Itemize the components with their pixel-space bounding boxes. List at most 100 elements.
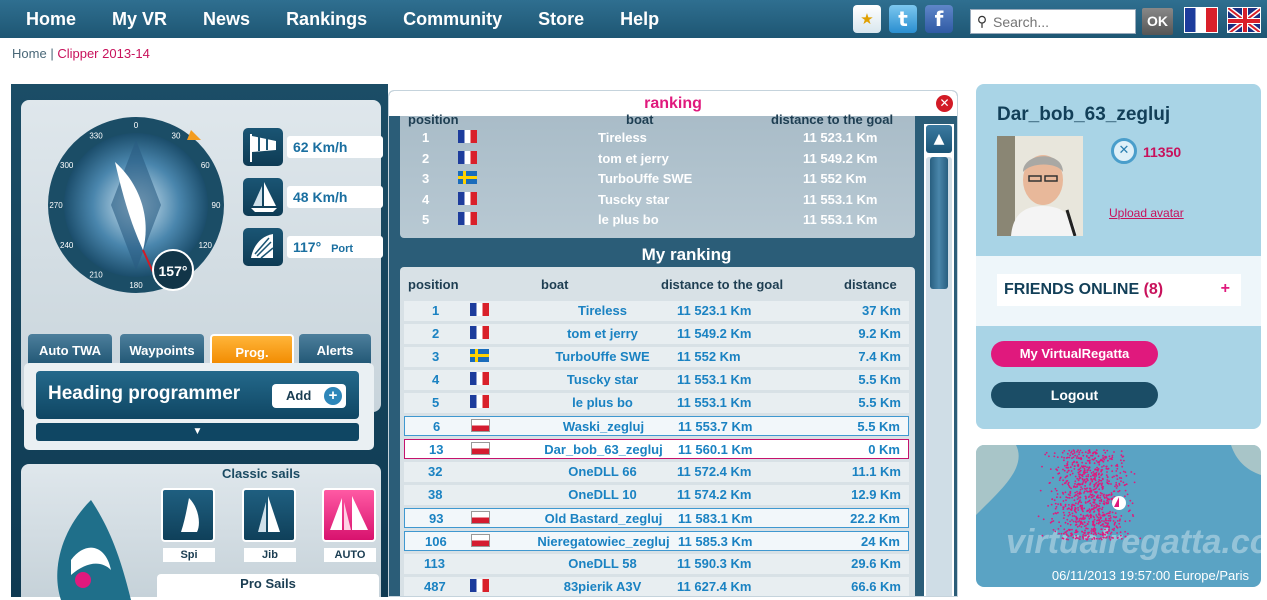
top-ranking-row[interactable]: 1 Tireless 11 523.1 Km [400, 128, 915, 148]
row-position: 2 [422, 150, 430, 166]
nav-news[interactable]: News [185, 0, 268, 38]
award-icon[interactable]: ★ [853, 5, 881, 33]
language-french-flag-icon[interactable] [1184, 7, 1218, 33]
upload-avatar-link[interactable]: Upload avatar [1109, 206, 1184, 220]
compass-tick-label: 210 [89, 270, 103, 279]
row-distance: 7.4 Km [858, 349, 901, 364]
minimap-chart: virtualregatta.com [976, 445, 1261, 561]
row-dtg: 11 552 Km [803, 171, 867, 186]
top-ranking-table: position boat distance to the goal 1 Tire… [400, 112, 915, 238]
flag-icon [458, 171, 477, 184]
top-table-header: position boat distance to the goal [400, 110, 915, 130]
row-position: 38 [428, 487, 443, 502]
compass-dial[interactable]: 0306090120150180210240270300330 157° [41, 110, 231, 300]
compass-tick-label: 120 [199, 241, 213, 250]
row-position: 4 [432, 372, 440, 387]
row-dtg: 11 560.1 Km [678, 442, 753, 457]
sail-jib-button[interactable] [242, 488, 296, 542]
row-dtg: 11 553.1 Km [677, 372, 752, 387]
boat-speed-stat: 48 Km/h [243, 178, 383, 218]
breadcrumb-current[interactable]: Clipper 2013-14 [57, 46, 150, 61]
score-icon: ✕ [1111, 138, 1137, 164]
scroll-up-icon[interactable]: ▲ [926, 125, 952, 153]
expand-programmer-button[interactable]: ▼ [36, 423, 359, 441]
my-virtualregatta-button[interactable]: My VirtualRegatta [991, 341, 1158, 367]
row-dtg: 11 549.2 Km [677, 326, 752, 341]
row-boat: TurboUffe SWE [598, 171, 693, 186]
tab-waypoints[interactable]: Waypoints [120, 334, 204, 366]
row-boat: Waski_zegluj [562, 419, 645, 434]
flag-icon [471, 419, 490, 432]
expand-plus-icon[interactable]: + [1221, 280, 1230, 298]
compass-tick-label: 90 [212, 201, 221, 210]
nav-community[interactable]: Community [385, 0, 520, 38]
scroll-thumb[interactable] [930, 157, 948, 289]
sail-spi-button[interactable] [161, 488, 215, 542]
language-english-flag-icon[interactable] [1227, 7, 1261, 33]
logout-button[interactable]: Logout [991, 382, 1158, 408]
my-ranking-row[interactable]: 5 le plus bo 11 553.1 Km 5.5 Km [404, 393, 909, 413]
row-boat: TurboUffe SWE [555, 349, 650, 364]
chevron-down-icon: ▼ [192, 426, 203, 437]
tab-auto-twa[interactable]: Auto TWA [28, 334, 112, 366]
nav-rankings[interactable]: Rankings [268, 0, 385, 38]
my-ranking-row[interactable]: 3 TurboUffe SWE 11 552 Km 7.4 Km [404, 347, 909, 367]
friends-online-text: FRIENDS ONLINE [1004, 281, 1140, 298]
scroll-track[interactable] [926, 157, 952, 596]
breadcrumb-home[interactable]: Home [12, 46, 47, 61]
my-ranking-row[interactable]: 2 tom et jerry 11 549.2 Km 9.2 Km [404, 324, 909, 344]
row-distance: 24 Km [860, 534, 900, 549]
classic-sails-title: Classic sails [222, 466, 301, 481]
row-dtg: 11 585.3 Km [678, 534, 753, 549]
row-dtg: 11 583.1 Km [678, 511, 753, 526]
compass-heading-readout: 157° [159, 263, 188, 279]
search-box: ⚲ [970, 9, 1136, 34]
add-label: Add [286, 388, 312, 403]
my-ranking-row[interactable]: 93 Old Bastard_zegluj 11 583.1 Km 22.2 Km [404, 508, 909, 528]
tab-prog[interactable]: Prog. [210, 334, 294, 366]
facebook-icon[interactable]: f [925, 5, 953, 33]
nav-help[interactable]: Help [602, 0, 677, 38]
nav-my-vr[interactable]: My VR [94, 0, 185, 38]
row-boat: OneDLL 10 [568, 487, 637, 502]
top-ranking-row[interactable]: 2 tom et jerry 11 549.2 Km [400, 149, 915, 169]
my-ranking-row[interactable]: 6 Waski_zegluj 11 553.7 Km 5.5 Km [404, 416, 909, 436]
search-input[interactable] [993, 13, 1133, 30]
flag-icon [471, 534, 490, 547]
nav-store[interactable]: Store [520, 0, 602, 38]
compass-tick-label: 180 [129, 281, 143, 290]
row-position: 5 [422, 212, 430, 227]
top-ranking-row[interactable]: 3 TurboUffe SWE 11 552 Km [400, 169, 915, 189]
my-ranking-row[interactable]: 38 OneDLL 10 11 574.2 Km 12.9 Km [404, 485, 909, 505]
row-position: 93 [429, 511, 444, 526]
nav-home[interactable]: Home [8, 0, 94, 38]
add-heading-button[interactable]: Add + [272, 384, 346, 408]
row-boat: Nieregatowiec_zegluj [537, 534, 670, 549]
top-ranking-row[interactable]: 4 Tuscky star 11 553.1 Km [400, 190, 915, 210]
tab-alerts[interactable]: Alerts [299, 334, 371, 366]
top-ranking-row[interactable]: 5 le plus bo 11 553.1 Km [400, 210, 915, 230]
ranking-scrollbar[interactable]: ▲ [924, 124, 954, 596]
row-boat: tom et jerry [567, 326, 638, 341]
search-ok-button[interactable]: OK [1142, 8, 1173, 35]
my-header-position: position [408, 277, 459, 292]
wind-speed-stat: 62 Km/h [243, 128, 383, 168]
my-ranking-row[interactable]: 1 Tireless 11 523.1 Km 37 Km [404, 301, 909, 321]
row-position: 487 [424, 579, 446, 594]
my-ranking-row[interactable]: 113 OneDLL 58 11 590.3 Km 29.6 Km [404, 554, 909, 574]
my-ranking-row[interactable]: 32 OneDLL 66 11 572.4 Km 11.1 Km [404, 462, 909, 482]
my-ranking-row[interactable]: 106 Nieregatowiec_zegluj 11 585.3 Km 24 Km [404, 531, 909, 551]
sail-auto-button[interactable] [322, 488, 376, 542]
my-ranking-row[interactable]: 4 Tuscky star 11 553.1 Km 5.5 Km [404, 370, 909, 390]
my-ranking-row[interactable]: 13 Dar_bob_63_zegluj 11 560.1 Km 0 Km [404, 439, 909, 459]
race-minimap[interactable]: virtualregatta.com 06/11/2013 19:57:00 E… [976, 445, 1261, 587]
friends-online-box[interactable]: FRIENDS ONLINE (8) + [997, 274, 1241, 306]
row-position: 32 [428, 464, 443, 479]
row-distance: 5.5 Km [858, 372, 901, 387]
ranking-popup: ranking ✕ position boat distance to the … [388, 90, 958, 597]
my-ranking-row[interactable]: 487 83pierik A3V 11 627.4 Km 66.6 Km [404, 577, 909, 596]
search-icon: ⚲ [976, 13, 988, 30]
close-icon[interactable]: ✕ [936, 95, 953, 112]
heading-programmer-title: Heading programmer [48, 383, 241, 404]
twitter-icon[interactable]: t [889, 5, 917, 33]
